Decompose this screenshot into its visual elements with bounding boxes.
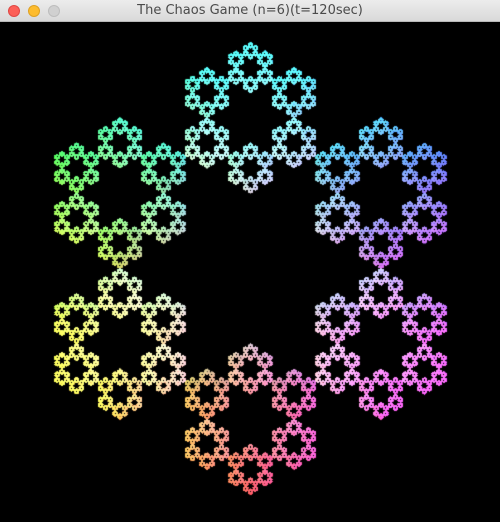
fractal-canvas-area [0,22,500,522]
app-window: The Chaos Game (n=6)(t=120sec) [0,0,500,522]
chaos-game-canvas [0,22,500,522]
title-bar[interactable]: The Chaos Game (n=6)(t=120sec) [0,0,500,22]
window-title: The Chaos Game (n=6)(t=120sec) [0,0,500,22]
